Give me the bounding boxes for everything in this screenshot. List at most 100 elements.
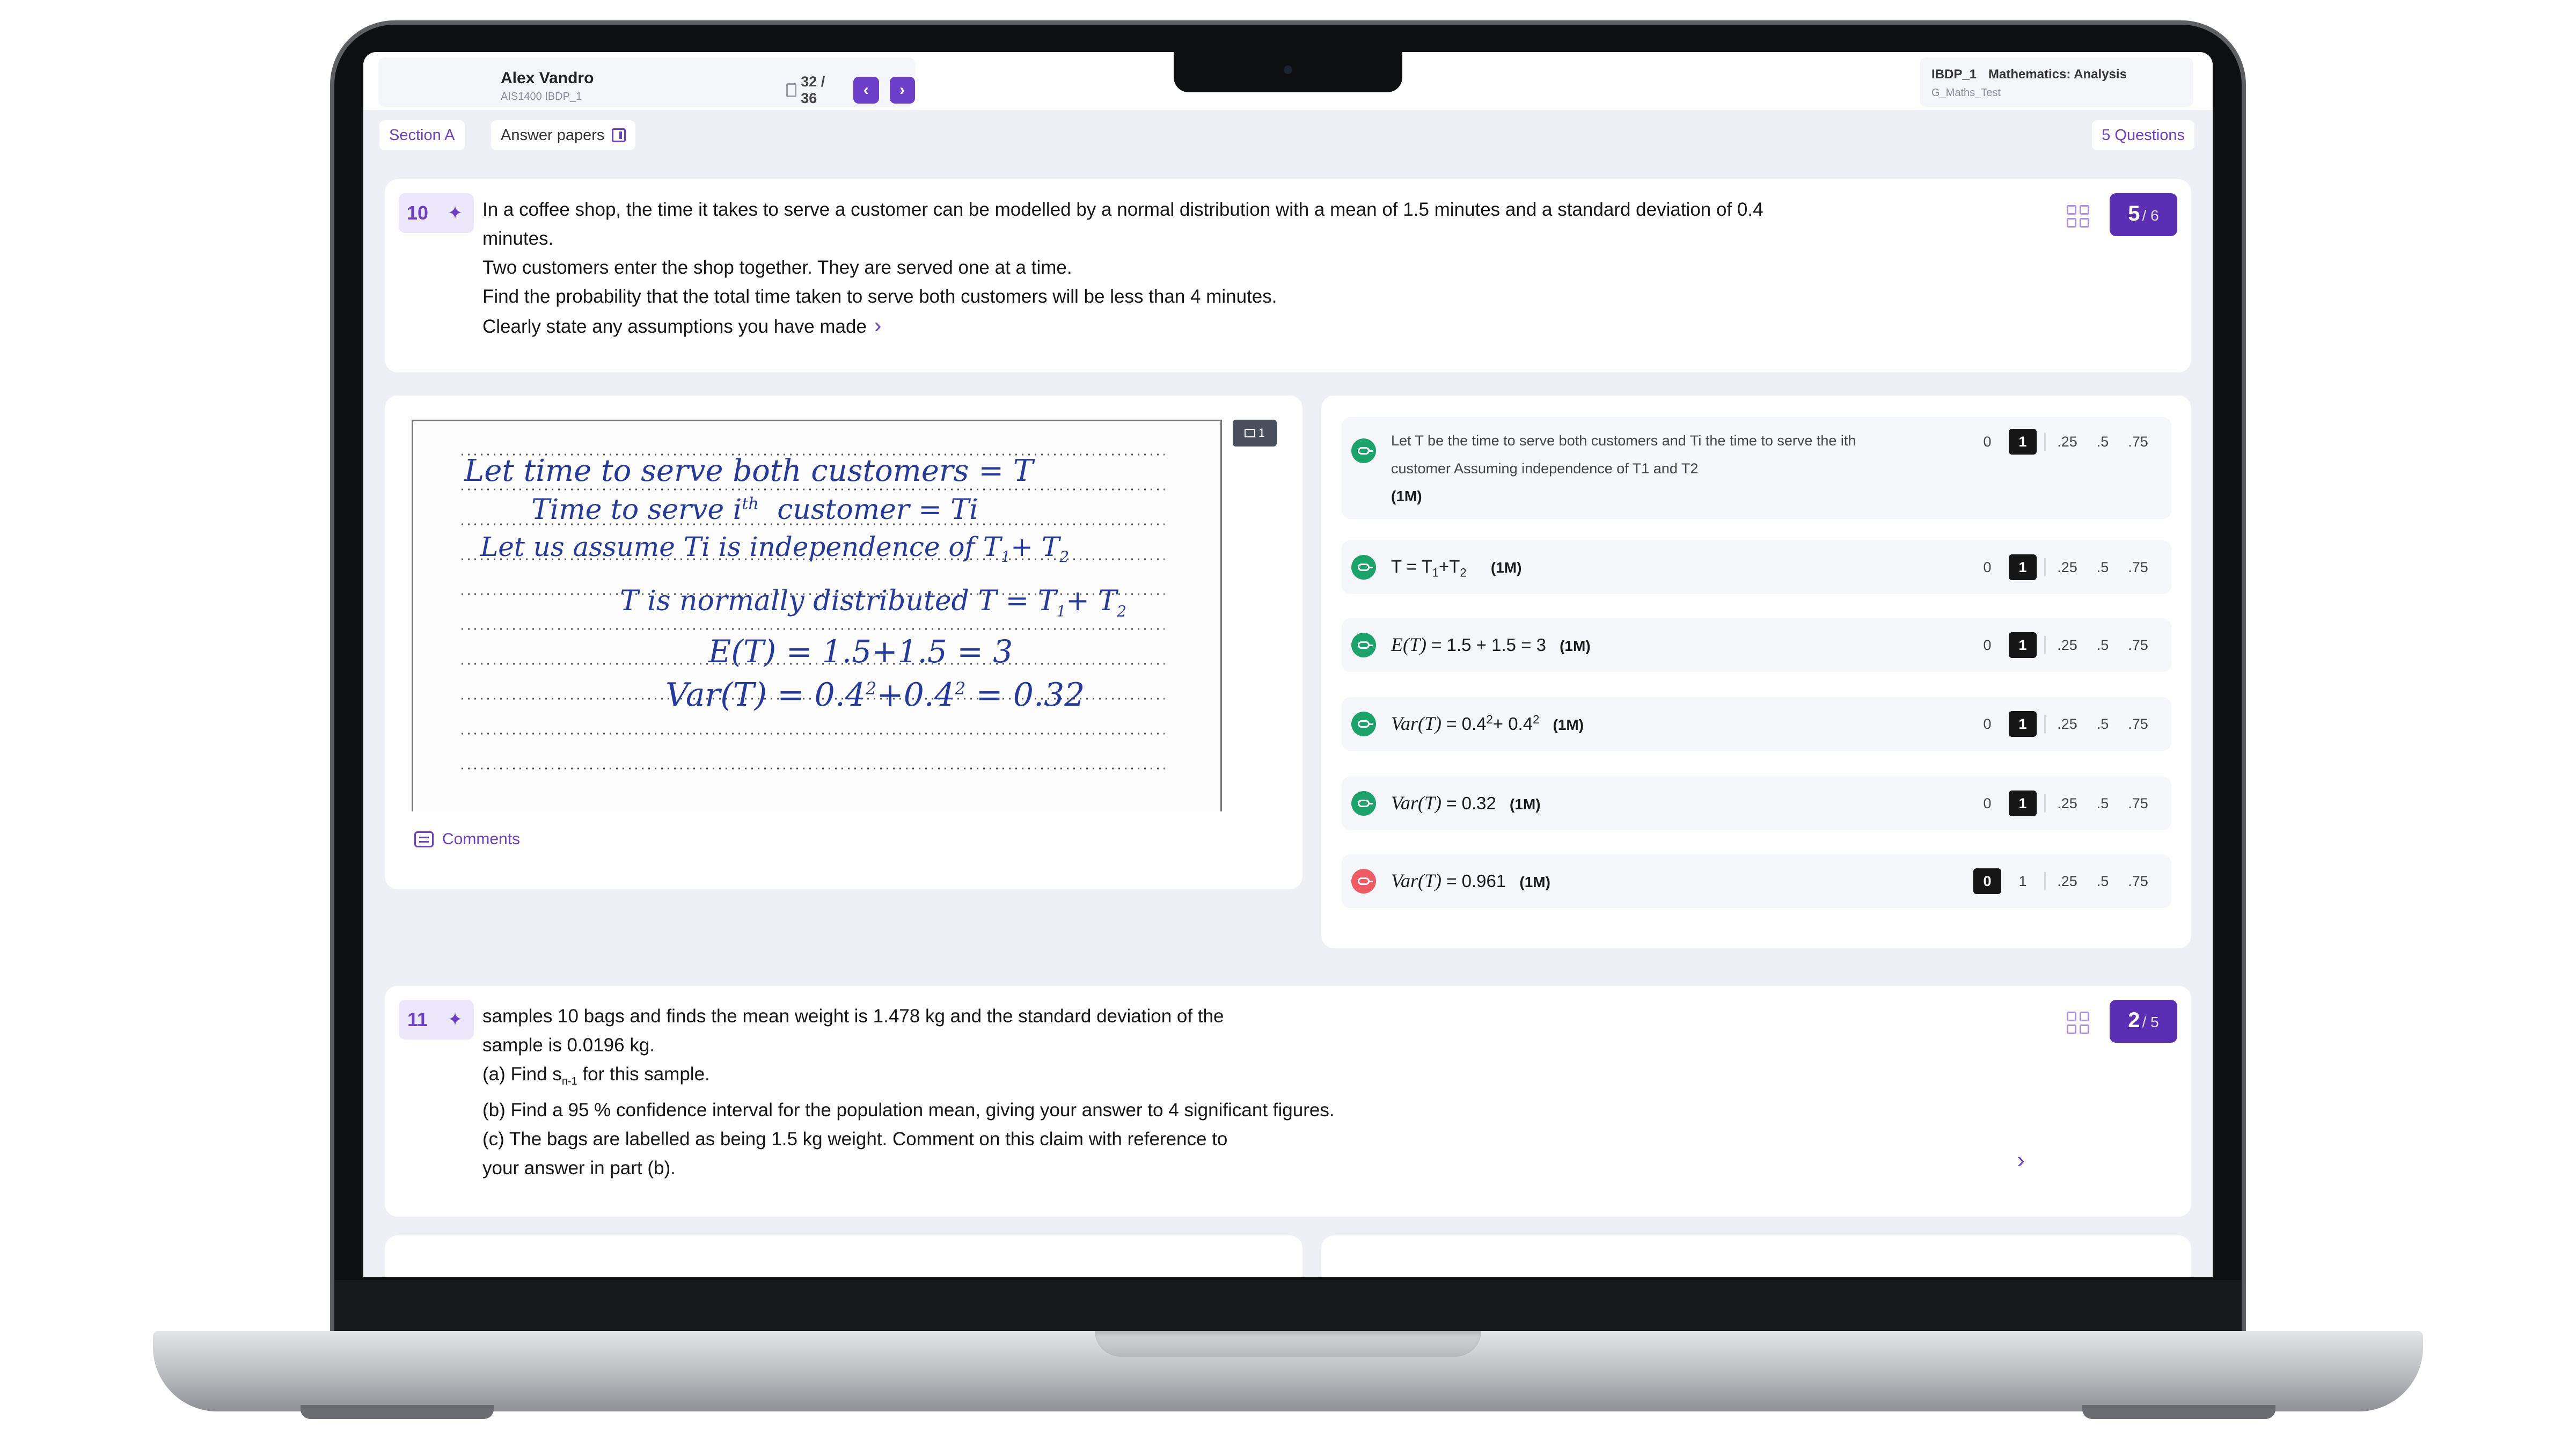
handwriting-sub: 1 xyxy=(1001,548,1011,566)
score-selector: 0 1 .25 .5 .75 xyxy=(1973,711,2152,737)
score-option-05[interactable]: .5 xyxy=(2089,711,2117,737)
score-option-025[interactable]: .25 xyxy=(2053,791,2081,816)
score-option-025[interactable]: .25 xyxy=(2053,429,2081,455)
score-option-05[interactable]: .5 xyxy=(2089,554,2117,580)
next-page-button[interactable]: › xyxy=(889,77,915,104)
questions-count-button[interactable]: 5 Questions xyxy=(2092,120,2194,150)
question-number-text: 11 xyxy=(407,1008,428,1030)
superscript: 2 xyxy=(1533,713,1540,726)
score-option-0[interactable]: 0 xyxy=(1973,868,2001,894)
question-line: sample is 0.0196 kg. xyxy=(482,1035,655,1056)
laptop-bezel-bottom xyxy=(334,1280,2242,1333)
expand-chevron-icon[interactable]: › xyxy=(874,314,881,338)
divider xyxy=(2044,636,2046,654)
score-option-1[interactable]: 1 xyxy=(2009,711,2037,737)
section-tab[interactable]: Section A xyxy=(379,120,465,150)
score-option-025[interactable]: .25 xyxy=(2053,868,2081,894)
handwriting-text: Time to serve i xyxy=(531,494,742,526)
math-expression: Var(T) xyxy=(1391,792,1442,814)
subscript: 1 xyxy=(1432,566,1439,580)
next-answer-panel xyxy=(385,1235,1302,1277)
markscheme-panel: Let T be the time to serve both customer… xyxy=(1321,396,2191,948)
chevron-right-icon: › xyxy=(899,81,905,99)
question-text: In a coffee shop, the time it takes to s… xyxy=(482,195,1958,341)
handwriting-text: = 0.32 xyxy=(976,676,1085,714)
question-line: Two customers enter the shop together. T… xyxy=(482,257,1072,278)
score-option-05[interactable]: .5 xyxy=(2089,868,2117,894)
score-option-1[interactable]: 1 xyxy=(2009,632,2037,658)
grid-view-icon[interactable] xyxy=(2067,205,2089,228)
score-option-1[interactable]: 1 xyxy=(2009,868,2037,894)
question-line: (a) Find sn-1 for this sample. xyxy=(482,1060,1958,1096)
handwriting-sub: 2 xyxy=(1059,548,1070,566)
exam-test-name: G_Maths_Test xyxy=(1931,87,2001,99)
markscheme-row: E(T) = 1.5 + 1.5 = 3 (1M) 0 1 .25 .5 .75 xyxy=(1342,618,2171,672)
exam-info: IBDP_1 Mathematics: Analysis G_Maths_Test xyxy=(1920,57,2193,107)
score-option-075[interactable]: .75 xyxy=(2124,791,2152,816)
markscheme-text: Let T be the time to serve both customer… xyxy=(1391,427,1917,510)
divider xyxy=(2044,872,2046,890)
score-option-1[interactable]: 1 xyxy=(2009,429,2037,455)
ai-sparkle-icon[interactable]: ✦ xyxy=(436,1009,474,1030)
camera-icon xyxy=(1284,65,1292,74)
handwriting-sup: 2 xyxy=(865,678,877,699)
score-selector: 0 1 .25 .5 .75 xyxy=(1973,868,2152,894)
score-option-1[interactable]: 1 xyxy=(2009,791,2037,816)
markscheme-row: Var(T) = 0.42+ 0.42 (1M) 0 1 .25 .5 .75 xyxy=(1342,697,2171,751)
score-option-05[interactable]: .5 xyxy=(2089,632,2117,658)
score-value: 2 xyxy=(2128,1008,2140,1032)
exam-subject: Mathematics: Analysis xyxy=(1988,67,2127,82)
question-line: your answer in part (b). xyxy=(482,1158,676,1179)
divider xyxy=(2044,715,2046,733)
handwriting-text: +0.4 xyxy=(876,676,955,714)
score-option-0[interactable]: 0 xyxy=(1973,429,2001,455)
ai-sparkle-icon[interactable]: ✦ xyxy=(436,202,474,224)
laptop-opening-notch xyxy=(1095,1331,1481,1357)
comments-label: Comments xyxy=(442,830,521,848)
page-indicator-text: 1 xyxy=(1258,426,1265,440)
markscheme-step: Let T be the time to serve both customer… xyxy=(1391,433,1856,477)
score-option-1[interactable]: 1 xyxy=(2009,554,2037,580)
score-option-0[interactable]: 0 xyxy=(1973,554,2001,580)
expand-chevron-icon[interactable]: › xyxy=(2017,1147,2025,1174)
score-option-0[interactable]: 0 xyxy=(1973,632,2001,658)
markscheme-row: Let T be the time to serve both customer… xyxy=(1342,417,2171,519)
handwriting-text: T is normally distributed T = T xyxy=(620,585,1057,617)
pager: 32 / 36 ‹ › xyxy=(786,74,915,107)
score-option-075[interactable]: .75 xyxy=(2124,868,2152,894)
score-option-0[interactable]: 0 xyxy=(1973,791,2001,816)
mark-label: (1M) xyxy=(1553,716,1584,733)
score-option-05[interactable]: .5 xyxy=(2089,429,2117,455)
score-option-075[interactable]: .75 xyxy=(2124,429,2152,455)
student-name: Alex Vandro xyxy=(501,69,594,87)
markscheme-text: Var(T) = 0.32 (1M) xyxy=(1391,792,1541,814)
answer-papers-button[interactable]: Answer papers xyxy=(491,120,636,150)
subscript: n-1 xyxy=(561,1075,577,1087)
chevron-left-icon: ‹ xyxy=(863,81,869,99)
question-number: 10 ✦ xyxy=(399,193,474,233)
superscript: 2 xyxy=(1486,713,1493,726)
question-line-text: for this sample. xyxy=(577,1064,710,1085)
score-total: / 6 xyxy=(2142,207,2159,224)
score-option-0[interactable]: 0 xyxy=(1973,711,2001,737)
handwriting-text: Let us assume Ti is independence of T xyxy=(480,531,1001,562)
score-option-075[interactable]: .75 xyxy=(2124,554,2152,580)
mark-label: (1M) xyxy=(1490,559,1522,576)
markscheme-text: T = T1+T2 (1M) xyxy=(1391,557,1521,580)
handwritten-answer-image: Let time to serve both customers = T Tim… xyxy=(412,420,1222,811)
page-count-text: 32 / 36 xyxy=(801,74,825,106)
score-selector: 0 1 .25 .5 .75 xyxy=(1973,429,2152,455)
previous-page-button[interactable]: ‹ xyxy=(853,77,879,104)
score-option-025[interactable]: .25 xyxy=(2053,554,2081,580)
question-number-text: 10 xyxy=(406,202,429,224)
score-option-025[interactable]: .25 xyxy=(2053,711,2081,737)
score-option-075[interactable]: .75 xyxy=(2124,711,2152,737)
score-option-075[interactable]: .75 xyxy=(2124,632,2152,658)
score-option-05[interactable]: .5 xyxy=(2089,791,2117,816)
score-selector: 0 1 .25 .5 .75 xyxy=(1973,632,2152,658)
comments-button[interactable]: Comments xyxy=(414,830,520,848)
math-expression: E(T) xyxy=(1391,634,1426,655)
score-option-025[interactable]: .25 xyxy=(2053,632,2081,658)
grid-view-icon[interactable] xyxy=(2067,1012,2089,1034)
page-indicator[interactable]: 1 xyxy=(1233,420,1277,447)
